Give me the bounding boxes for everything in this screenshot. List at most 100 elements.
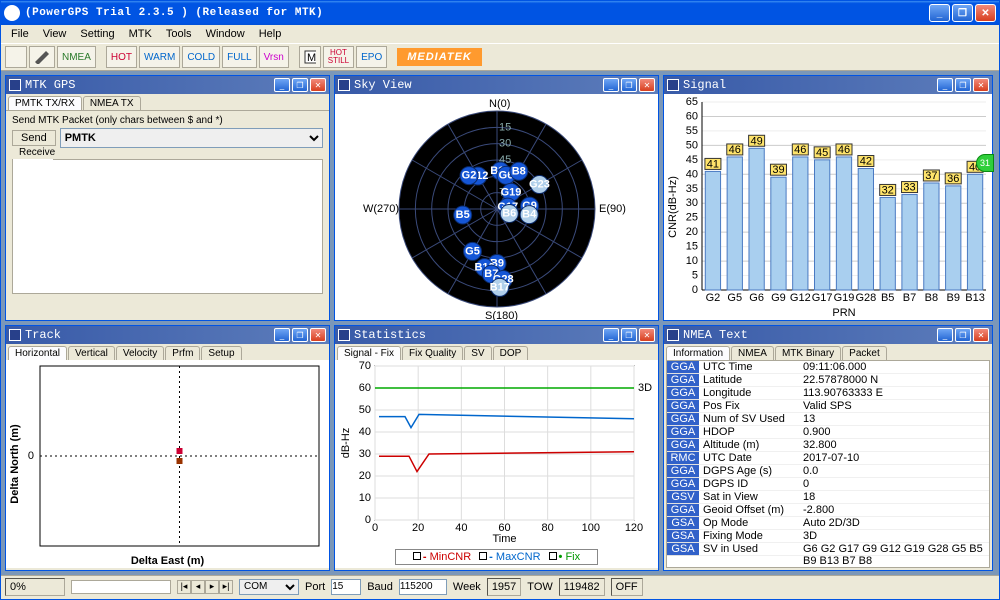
toolbar-hot-button[interactable]: HOT bbox=[106, 46, 137, 68]
nmea-title: NMEA Text bbox=[683, 328, 937, 342]
track-tab-setup[interactable]: Setup bbox=[201, 346, 241, 360]
track-max-button[interactable]: ❐ bbox=[292, 328, 308, 342]
toolbar-full-button[interactable]: FULL bbox=[222, 46, 256, 68]
svg-text:G6: G6 bbox=[749, 292, 764, 304]
menu-file[interactable]: File bbox=[5, 27, 35, 41]
nmea-tab-nmea[interactable]: NMEA bbox=[731, 346, 774, 360]
tab-nmea-tx[interactable]: NMEA TX bbox=[83, 96, 141, 110]
track-tab-velocity[interactable]: Velocity bbox=[116, 346, 164, 360]
menu-setting[interactable]: Setting bbox=[74, 27, 120, 41]
send-button[interactable]: Send bbox=[12, 130, 56, 146]
toolbar-nmea-button[interactable]: NMEA bbox=[57, 46, 96, 68]
status-port-input[interactable] bbox=[331, 579, 361, 595]
toolbar-blank-button[interactable] bbox=[5, 46, 27, 68]
nmea-tab-packet[interactable]: Packet bbox=[842, 346, 887, 360]
status-baud-input[interactable] bbox=[399, 579, 447, 595]
svg-text:3D: 3D bbox=[638, 382, 652, 394]
track-tab-vertical[interactable]: Vertical bbox=[68, 346, 115, 360]
menu-window[interactable]: Window bbox=[200, 27, 251, 41]
arrow-last[interactable]: ▸| bbox=[219, 580, 233, 594]
nmea-close-button[interactable]: ✕ bbox=[973, 328, 989, 342]
toolbar-vrsn-button[interactable]: Vrsn bbox=[259, 46, 289, 68]
signal-close-button[interactable]: ✕ bbox=[973, 78, 989, 92]
mtkgps-min-button[interactable]: _ bbox=[274, 78, 290, 92]
mtkgps-hint: Send MTK Packet (only chars between $ an… bbox=[12, 115, 323, 126]
stats-close-button[interactable]: ✕ bbox=[639, 328, 655, 342]
status-com-select[interactable]: COM bbox=[239, 579, 299, 595]
nmea-tab-mtkbinary[interactable]: MTK Binary bbox=[775, 346, 841, 360]
skyview-max-button[interactable]: ❐ bbox=[621, 78, 637, 92]
mtkgps-max-button[interactable]: ❐ bbox=[292, 78, 308, 92]
nmea-val: 0.0 bbox=[799, 465, 989, 478]
nmea-row[interactable]: GGALatitude22.57878000 N bbox=[667, 374, 989, 387]
nmea-key: Altitude (m) bbox=[699, 439, 799, 452]
toolbar-hotstill-button[interactable]: HOTSTILL bbox=[323, 46, 354, 68]
nmea-row[interactable]: GSAOp ModeAuto 2D/3D bbox=[667, 517, 989, 530]
svg-text:10: 10 bbox=[359, 492, 371, 504]
nmea-tag: GGA bbox=[667, 413, 699, 426]
stats-max-button[interactable]: ❐ bbox=[621, 328, 637, 342]
svg-text:100: 100 bbox=[582, 522, 600, 534]
track-min-button[interactable]: _ bbox=[274, 328, 290, 342]
nmea-tag: GGA bbox=[667, 504, 699, 517]
tab-pmtk-txrx[interactable]: PMTK TX/RX bbox=[8, 96, 82, 110]
menu-view[interactable]: View bbox=[37, 27, 73, 41]
svg-text:25: 25 bbox=[686, 212, 698, 224]
nmea-tag: GGA bbox=[667, 374, 699, 387]
close-button[interactable]: ✕ bbox=[975, 4, 996, 22]
svg-text:0: 0 bbox=[692, 284, 698, 296]
menu-mtk[interactable]: MTK bbox=[123, 27, 158, 41]
toolbar-epo-button[interactable]: EPO bbox=[356, 46, 387, 68]
signal-max-button[interactable]: ❐ bbox=[955, 78, 971, 92]
svg-text:0: 0 bbox=[372, 522, 378, 534]
nmea-row[interactable]: GGAPos FixValid SPS bbox=[667, 400, 989, 413]
toolbar-pen-icon[interactable] bbox=[29, 46, 55, 68]
toolbar-pmtk-icon[interactable]: MTK bbox=[299, 46, 321, 68]
arrow-first[interactable]: |◂ bbox=[177, 580, 191, 594]
stats-tab-sv[interactable]: SV bbox=[464, 346, 491, 360]
toolbar-cold-button[interactable]: COLD bbox=[182, 46, 220, 68]
nmea-row[interactable]: GGAUTC Time09:11:06.000 bbox=[667, 361, 989, 374]
nmea-row[interactable]: GGANum of SV Used13 bbox=[667, 413, 989, 426]
skyview-min-button[interactable]: _ bbox=[603, 78, 619, 92]
stats-tab-signalfix[interactable]: Signal - Fix bbox=[337, 346, 401, 360]
minimize-button[interactable]: _ bbox=[929, 4, 950, 22]
toolbar-warm-button[interactable]: WARM bbox=[139, 46, 180, 68]
nmea-row[interactable]: GSVSat in View18 bbox=[667, 491, 989, 504]
nmea-min-button[interactable]: _ bbox=[937, 328, 953, 342]
nmea-row[interactable]: GGADGPS Age (s)0.0 bbox=[667, 465, 989, 478]
svg-text:15: 15 bbox=[686, 241, 698, 253]
app-icon bbox=[4, 5, 20, 21]
signal-badge: 31 bbox=[976, 154, 994, 172]
track-close-button[interactable]: ✕ bbox=[310, 328, 326, 342]
stats-tab-fixquality[interactable]: Fix Quality bbox=[402, 346, 463, 360]
arrow-prev[interactable]: ◂ bbox=[191, 580, 205, 594]
track-tab-prfm[interactable]: Prfm bbox=[165, 346, 200, 360]
nmea-row[interactable]: GSAFixing Mode3D bbox=[667, 530, 989, 543]
menu-tools[interactable]: Tools bbox=[160, 27, 198, 41]
nmea-row[interactable]: GGAAltitude (m)32.800 bbox=[667, 439, 989, 452]
nmea-row[interactable]: GGAGeoid Offset (m)-2.800 bbox=[667, 504, 989, 517]
nmea-max-button[interactable]: ❐ bbox=[955, 328, 971, 342]
svg-text:20: 20 bbox=[412, 522, 424, 534]
nmea-table[interactable]: GGAUTC Time09:11:06.000GGALatitude22.578… bbox=[666, 360, 990, 568]
nmea-key: Latitude bbox=[699, 374, 799, 387]
signal-min-button[interactable]: _ bbox=[937, 78, 953, 92]
nmea-tab-information[interactable]: Information bbox=[666, 346, 730, 360]
track-tab-horizontal[interactable]: Horizontal bbox=[8, 346, 67, 360]
mtkgps-close-button[interactable]: ✕ bbox=[310, 78, 326, 92]
menu-help[interactable]: Help bbox=[253, 27, 288, 41]
arrow-next[interactable]: ▸ bbox=[205, 580, 219, 594]
nmea-key: DGPS ID bbox=[699, 478, 799, 491]
stats-tab-dop[interactable]: DOP bbox=[493, 346, 529, 360]
nmea-row[interactable]: GGADGPS ID0 bbox=[667, 478, 989, 491]
skyview-close-button[interactable]: ✕ bbox=[639, 78, 655, 92]
nmea-row[interactable]: GSASV in UsedG6 G2 G17 G9 G12 G19 G28 G5… bbox=[667, 543, 989, 556]
nmea-key: Sat in View bbox=[699, 491, 799, 504]
pmtk-combo[interactable]: PMTK bbox=[60, 128, 323, 148]
nmea-row[interactable]: GGALongitude113.90763333 E bbox=[667, 387, 989, 400]
nmea-row[interactable]: GGAHDOP0.900 bbox=[667, 426, 989, 439]
stats-min-button[interactable]: _ bbox=[603, 328, 619, 342]
maximize-button[interactable]: ❐ bbox=[952, 4, 973, 22]
nmea-row[interactable]: RMCUTC Date2017-07-10 bbox=[667, 452, 989, 465]
